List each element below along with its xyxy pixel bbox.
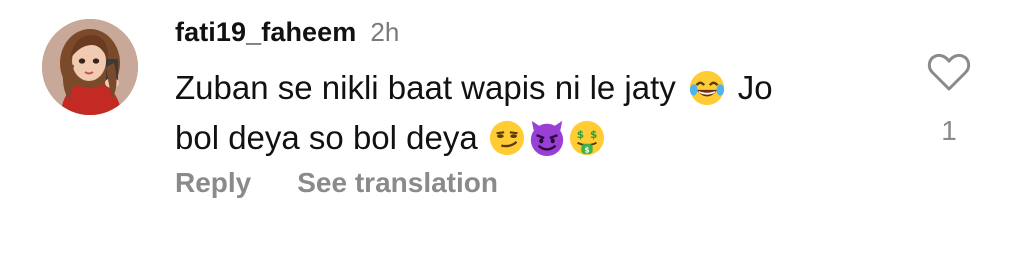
see-translation-button[interactable]: See translation (297, 167, 498, 199)
smiling-devil-emoji (528, 119, 566, 157)
comment-item: fati19_faheem 2h Zuban se nikli baat wap… (0, 0, 1024, 259)
comment-meta: fati19_faheem 2h (175, 17, 399, 47)
reply-button[interactable]: Reply (175, 167, 251, 199)
comment-actions: Reply See translation (175, 163, 498, 203)
avatar-image (42, 19, 138, 115)
svg-text:$: $ (576, 129, 583, 141)
tears-of-joy-emoji (688, 69, 726, 107)
comment-line-1: Zuban se nikli baat wapis ni le jaty Jo (175, 63, 895, 113)
timestamp: 2h (370, 17, 400, 47)
svg-text:$: $ (590, 129, 597, 141)
comment-text: Zuban se nikli baat wapis ni le jaty Jo … (175, 63, 895, 163)
like-control: 1 (921, 52, 977, 147)
svg-text:$: $ (584, 145, 589, 154)
heart-outline-icon[interactable] (927, 52, 971, 92)
money-mouth-emoji: $ $ $ (568, 119, 606, 157)
comment-line-2-text: bol deya so bol deya (175, 119, 478, 156)
comment-line-2: bol deya so bol deya $ $ $ (175, 113, 895, 163)
like-count: 1 (941, 115, 957, 146)
comment-line-1-end: Jo (737, 69, 773, 106)
smirk-emoji (488, 119, 526, 157)
avatar[interactable] (42, 19, 138, 115)
comment-line-1-text: Zuban se nikli baat wapis ni le jaty (175, 69, 676, 106)
username[interactable]: fati19_faheem (175, 17, 356, 48)
